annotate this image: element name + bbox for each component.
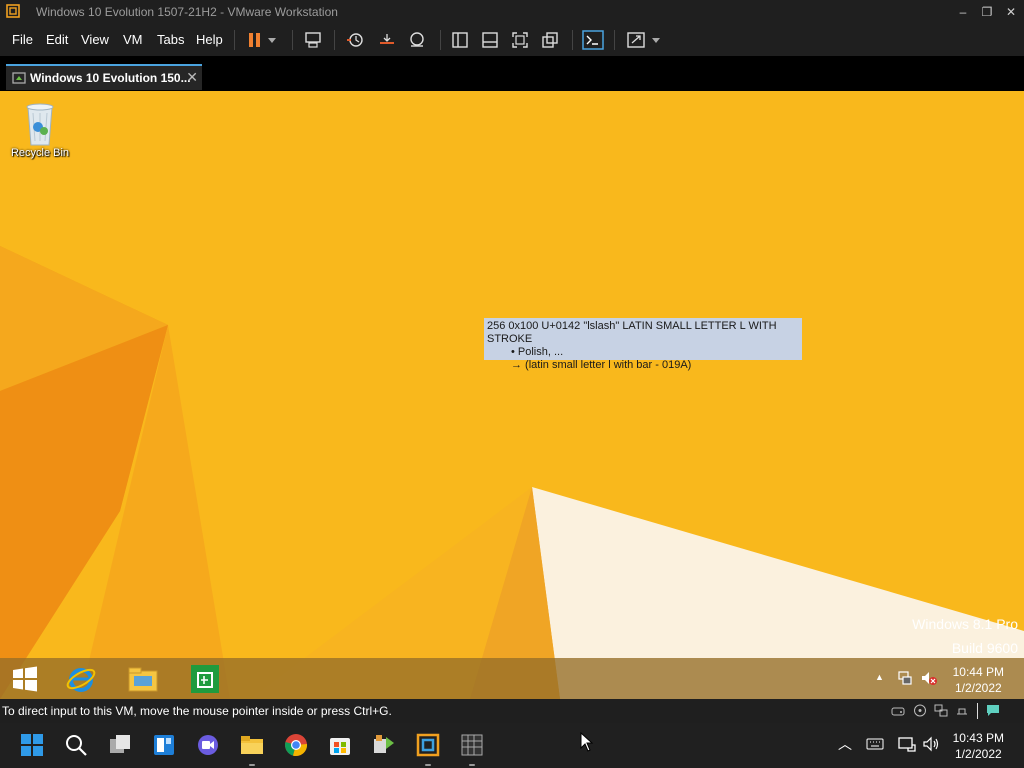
vm-tab-label: Windows 10 Evolution 150... (30, 71, 191, 85)
network-adapter-icon[interactable] (934, 704, 948, 717)
widgets-icon[interactable] (152, 733, 176, 757)
mouse-cursor-icon (580, 732, 594, 752)
vmware-app-icon (6, 4, 20, 18)
recycle-bin-label: Recycle Bin (10, 147, 70, 159)
chrome-icon[interactable] (284, 733, 308, 757)
menu-tabs[interactable]: Tabs (157, 32, 184, 47)
chat-icon[interactable] (196, 733, 220, 757)
recycle-bin[interactable]: Recycle Bin (8, 99, 72, 159)
library-icon[interactable] (450, 31, 470, 49)
snapshot-icon[interactable] (345, 31, 365, 49)
dropdown-arrow-icon[interactable] (266, 31, 278, 49)
message-log-icon[interactable] (986, 704, 1000, 717)
setup-app-icon[interactable] (372, 733, 396, 757)
vmware-taskbar-icon[interactable] (416, 733, 440, 757)
os-watermark-edition: Windows 8.1 Pro (912, 616, 1018, 632)
file-explorer-icon[interactable] (126, 662, 160, 696)
host-clock-time: 10:43 PM (952, 731, 1004, 745)
menu-help[interactable]: Help (196, 32, 223, 47)
microsoft-store-icon[interactable] (328, 733, 352, 757)
character-tooltip: 256 0x100 U+0142 "lslash" LATIN SMALL LE… (484, 318, 802, 371)
cd-dvd-icon[interactable] (913, 704, 927, 717)
internet-explorer-icon[interactable] (64, 662, 98, 696)
host-clock-date: 1/2/2022 (954, 747, 1002, 761)
volume-muted-icon[interactable] (920, 670, 938, 686)
menu-vm[interactable]: VM (123, 32, 143, 47)
menu-edit[interactable]: Edit (46, 32, 68, 47)
vm-tab[interactable]: Windows 10 Evolution 150... ✕ (6, 64, 202, 90)
guest-clock-date: 1/2/2022 (954, 681, 1002, 695)
unity-icon[interactable] (540, 31, 560, 49)
running-indicator (249, 764, 255, 766)
store-icon[interactable] (188, 662, 222, 696)
close-button[interactable]: ✕ (999, 0, 1023, 24)
minimize-button[interactable]: – (951, 0, 975, 24)
usb-device-icon[interactable] (955, 704, 969, 717)
host-file-explorer-icon[interactable] (240, 733, 264, 757)
hard-disk-icon[interactable] (891, 704, 905, 717)
toolbar-separator (440, 30, 441, 50)
status-message: To direct input to this VM, move the mou… (2, 704, 392, 718)
vm-icon (12, 72, 26, 84)
maximize-button[interactable]: ❐ (975, 0, 999, 24)
network-icon[interactable] (897, 670, 913, 686)
tooltip-line-1: 256 0x100 U+0142 "lslash" LATIN SMALL LE… (487, 320, 777, 345)
snapshot-manager-icon[interactable] (407, 31, 427, 49)
task-view-icon[interactable] (108, 733, 132, 757)
toolbar-separator (334, 30, 335, 50)
host-volume-icon[interactable] (922, 736, 940, 752)
window-title: Windows 10 Evolution 1507-21H2 - VMware … (36, 5, 338, 19)
thumbnail-bar-icon[interactable] (480, 31, 500, 49)
guest-clock-time: 10:44 PM (952, 665, 1004, 679)
running-indicator (469, 764, 475, 766)
running-indicator (425, 764, 431, 766)
send-ctrl-alt-del-icon[interactable] (303, 31, 323, 49)
host-clock[interactable]: 10:43 PM 1/2/2022 (953, 730, 1004, 762)
toolbar-separator (292, 30, 293, 50)
pause-icon[interactable] (245, 31, 265, 49)
tab-close-icon[interactable]: ✕ (186, 69, 198, 86)
revert-snapshot-icon[interactable] (377, 31, 397, 49)
vm-tab-strip: Windows 10 Evolution 150... ✕ (0, 56, 1024, 90)
keyboard-icon[interactable] (866, 737, 884, 751)
host-tray-overflow-button[interactable]: ︿ (838, 734, 852, 754)
guest-tray-overflow-button[interactable]: ▲ (875, 672, 884, 682)
tooltip-line-3: → (latin small letter l with bar - 019A) (511, 359, 692, 371)
vmware-status-bar: To direct input to this VM, move the mou… (0, 699, 1024, 723)
guest-clock[interactable]: 10:44 PM 1/2/2022 (953, 664, 1004, 696)
guest-taskbar: ▲ 10:44 PM 1/2/2022 (0, 658, 1024, 699)
guest-desktop[interactable]: Recycle Bin 256 0x100 U+0142 "lslash" LA… (0, 91, 1024, 699)
menu-file[interactable]: File (12, 32, 33, 47)
search-icon[interactable] (64, 733, 88, 757)
dropdown-arrow-icon[interactable] (650, 31, 662, 49)
menu-bar: File Edit View VM Tabs Help (0, 24, 1024, 56)
stretch-guest-icon[interactable] (626, 31, 646, 49)
os-watermark-build: Build 9600 (951, 640, 1018, 656)
host-taskbar: ︿ 10:43 PM 1/2/2022 (0, 723, 1024, 768)
recycle-bin-icon (26, 103, 54, 146)
full-screen-icon[interactable] (510, 31, 530, 49)
toolbar-separator (572, 30, 573, 50)
start-button-icon[interactable] (8, 662, 42, 696)
character-map-icon[interactable] (460, 733, 484, 757)
toolbar-separator (234, 30, 235, 50)
title-bar: Windows 10 Evolution 1507-21H2 - VMware … (0, 0, 1024, 24)
status-separator (977, 703, 978, 719)
host-network-icon[interactable] (898, 736, 916, 752)
toolbar-separator (614, 30, 615, 50)
console-view-icon[interactable] (582, 30, 604, 50)
menu-view[interactable]: View (81, 32, 109, 47)
windows-start-icon[interactable] (20, 733, 44, 757)
wallpaper (0, 91, 1024, 699)
tooltip-line-2: • Polish, ... (511, 346, 564, 358)
